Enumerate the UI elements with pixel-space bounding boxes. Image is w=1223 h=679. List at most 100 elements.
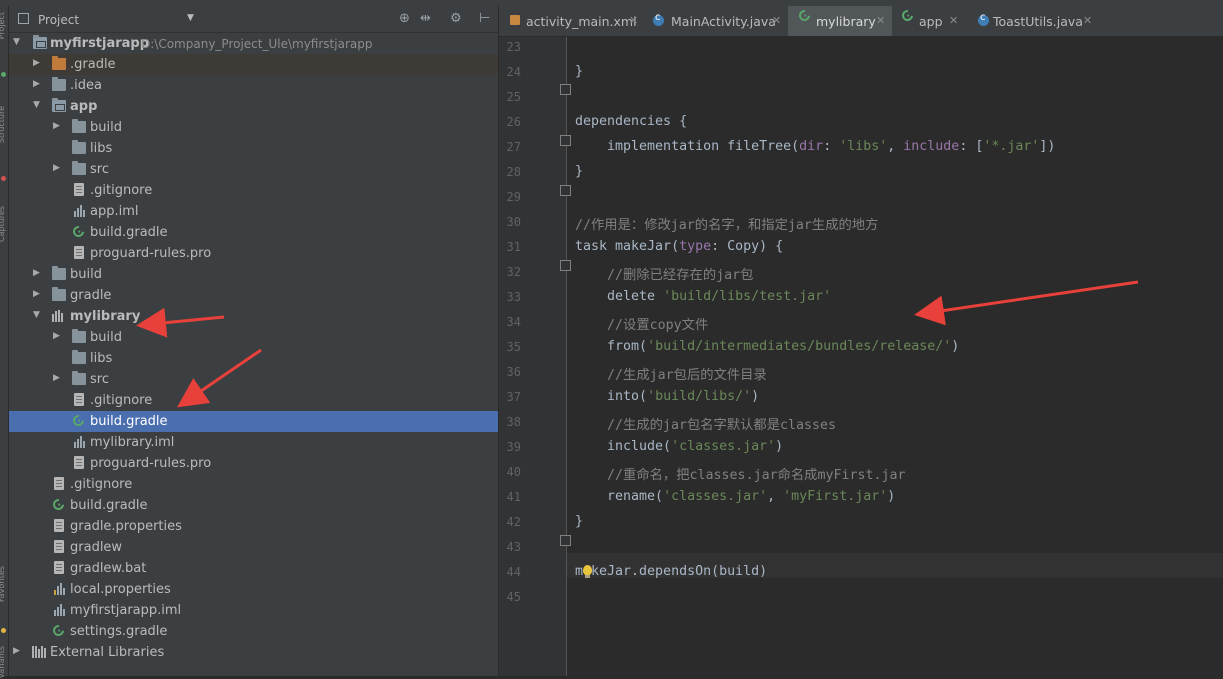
tree-node-build[interactable]: ▶ build — [9, 264, 498, 285]
close-tab-icon[interactable]: ✕ — [1083, 14, 1092, 27]
line-number: 24 — [506, 65, 521, 79]
folder-icon — [52, 77, 66, 91]
lightbulb-icon[interactable] — [583, 565, 592, 578]
folder-icon — [72, 329, 86, 343]
line-number: 33 — [506, 290, 521, 304]
code-token: //设置copy文件 — [607, 318, 709, 333]
line-number: 44 — [506, 565, 521, 579]
project-view-selector[interactable]: Project — [38, 13, 79, 27]
hide-panel-icon[interactable]: ⊢ — [479, 11, 490, 26]
close-tab-icon[interactable]: ✕ — [876, 14, 885, 27]
fold-marker-icon[interactable] — [560, 535, 571, 546]
dropdown-arrow-icon[interactable]: ▼ — [187, 13, 194, 23]
tree-node-app-proguard[interactable]: proguard-rules.pro — [9, 243, 498, 264]
line-number: 34 — [506, 315, 521, 329]
code-line: implementation fileTree(dir: 'libs', inc… — [575, 139, 1055, 154]
tree-node-mylibrary[interactable]: ▼ mylibrary — [9, 306, 498, 327]
collapsed-arrow-icon[interactable]: ▶ — [53, 373, 60, 383]
line-number: 27 — [506, 140, 521, 154]
folder-icon — [72, 161, 86, 175]
tree-node-label: app — [70, 99, 98, 114]
fold-marker-icon[interactable] — [560, 185, 571, 196]
line-number: 30 — [506, 215, 521, 229]
tree-node-build-gradle[interactable]: build.gradle — [9, 495, 498, 516]
tree-node-gradle-properties[interactable]: gradle.properties — [9, 516, 498, 537]
folder-icon — [72, 371, 86, 385]
code-token: ]) — [1039, 139, 1056, 154]
tree-node-gradlew[interactable]: gradlew — [9, 537, 498, 558]
tree-node-project-iml[interactable]: myfirstjarapp.iml — [9, 600, 498, 621]
code-line: makeJar.dependsOn(build) — [575, 564, 767, 579]
code-token: 'classes.jar' — [671, 439, 776, 454]
close-tab-icon[interactable]: ✕ — [629, 14, 638, 27]
tree-node-app-src[interactable]: ▶ src — [9, 159, 498, 180]
stripe-captures-label[interactable]: Captures — [0, 206, 6, 242]
sync-icon[interactable]: ⊕ — [399, 11, 410, 26]
close-tab-icon[interactable]: ✕ — [949, 14, 958, 27]
code-token: //重命名，把classes.jar命名成myFirst.jar — [607, 468, 906, 483]
stripe-variants-label[interactable]: Variants — [0, 646, 6, 679]
tree-node-app-build[interactable]: ▶ build — [9, 117, 498, 138]
expanded-arrow-icon[interactable]: ▼ — [33, 310, 40, 320]
line-number: 41 — [506, 490, 521, 504]
tree-node-mylibrary-proguard[interactable]: proguard-rules.pro — [9, 453, 498, 474]
stripe-structure-label[interactable]: Structure — [0, 106, 6, 143]
tab-mylibrary[interactable]: mylibrary ✕ — [788, 6, 892, 36]
tab-activity-main-xml[interactable]: activity_main.xml ✕ — [505, 6, 643, 36]
tree-node-local-properties[interactable]: local.properties — [9, 579, 498, 600]
tree-node-idea[interactable]: ▶ .idea — [9, 75, 498, 96]
code-line: //设置copy文件 — [575, 314, 708, 333]
tree-node-dot-gradle[interactable]: ▶ .gradle — [9, 54, 498, 75]
expanded-arrow-icon[interactable]: ▼ — [13, 37, 20, 47]
tree-node-mylibrary-src[interactable]: ▶ src — [9, 369, 498, 390]
stripe-project-label[interactable]: Project — [0, 12, 6, 39]
collapsed-arrow-icon[interactable]: ▶ — [33, 58, 40, 68]
tree-node-mylibrary-iml[interactable]: mylibrary.iml — [9, 432, 498, 453]
tab-toast-utils-java[interactable]: ToastUtils.java ✕ — [969, 6, 1097, 36]
collapse-all-icon[interactable]: ⇹ — [420, 11, 431, 26]
tree-node-app-iml[interactable]: app.iml — [9, 201, 498, 222]
tree-node-mylibrary-gitignore[interactable]: .gitignore — [9, 390, 498, 411]
tree-node-mylibrary-build-gradle[interactable]: build.gradle — [9, 411, 498, 432]
gradle-icon — [70, 412, 87, 429]
fold-marker-icon[interactable] — [560, 135, 571, 146]
tab-main-activity-java[interactable]: MainActivity.java ✕ — [645, 6, 785, 36]
tree-node-mylibrary-libs[interactable]: libs — [9, 348, 498, 369]
stripe-favorites-label[interactable]: Favorites — [0, 566, 6, 602]
tree-node-app-build-gradle[interactable]: build.gradle — [9, 222, 498, 243]
tool-window-stripe: Project Structure Captures Favorites Var… — [0, 6, 9, 679]
tree-node-app-gitignore[interactable]: .gitignore — [9, 180, 498, 201]
collapsed-arrow-icon[interactable]: ▶ — [33, 268, 40, 278]
tree-node-root-project[interactable]: ▼ myfirstjarapp D:\Company_Project_Ule\m… — [9, 33, 498, 54]
code-editor[interactable]: 23 24 25 26 27 28 29 30 31 32 33 34 35 36 37 38 39 40 41 42… — [499, 37, 1223, 676]
tree-node-label: gradle.properties — [70, 519, 182, 534]
tree-node-label: libs — [90, 351, 113, 366]
tree-node-settings-gradle[interactable]: settings.gradle — [9, 621, 498, 642]
tree-node-gradle[interactable]: ▶ gradle — [9, 285, 498, 306]
collapsed-arrow-icon[interactable]: ▶ — [53, 121, 60, 131]
line-number: 25 — [506, 90, 521, 104]
collapsed-arrow-icon[interactable]: ▶ — [53, 163, 60, 173]
collapsed-arrow-icon[interactable]: ▶ — [13, 646, 20, 656]
code-token: , — [887, 139, 904, 154]
collapsed-arrow-icon[interactable]: ▶ — [33, 289, 40, 299]
tree-node-gitignore[interactable]: .gitignore — [9, 474, 498, 495]
tree-node-label: .gradle — [70, 57, 116, 72]
fold-marker-icon[interactable] — [560, 260, 571, 271]
tree-node-app-libs[interactable]: libs — [9, 138, 498, 159]
fold-marker-icon[interactable] — [560, 84, 571, 95]
tab-app[interactable]: app ✕ — [894, 6, 966, 36]
line-number: 45 — [506, 590, 521, 604]
tree-node-app[interactable]: ▼ app — [9, 96, 498, 117]
gear-icon[interactable]: ⚙ — [450, 11, 462, 26]
tree-node-gradlew-bat[interactable]: gradlew.bat — [9, 558, 498, 579]
collapsed-arrow-icon[interactable]: ▶ — [33, 79, 40, 89]
tree-node-external-libraries[interactable]: ▶ External Libraries — [9, 642, 498, 663]
code-token: from( — [575, 339, 648, 354]
close-tab-icon[interactable]: ✕ — [772, 14, 781, 27]
tree-node-mylibrary-build[interactable]: ▶ build — [9, 327, 498, 348]
expanded-arrow-icon[interactable]: ▼ — [33, 100, 40, 110]
tree-node-label: mylibrary.iml — [90, 435, 175, 450]
collapsed-arrow-icon[interactable]: ▶ — [53, 331, 60, 341]
